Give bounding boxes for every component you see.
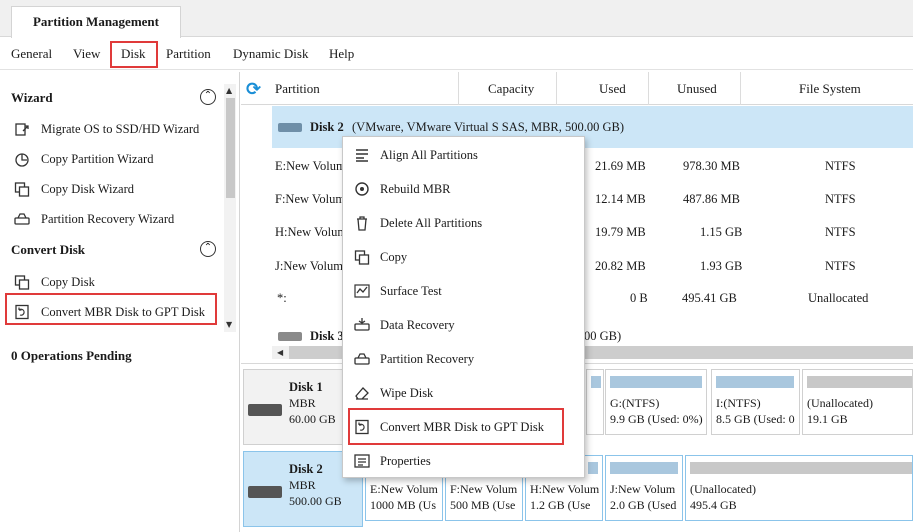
disk3-description: 00 GB) xyxy=(584,329,622,343)
ctx-data-recovery[interactable]: Data Recovery xyxy=(344,308,584,342)
partition-block[interactable]: G:(NTFS) 9.9 GB (Used: 0%) xyxy=(605,369,707,435)
ctx-partition-recovery[interactable]: Partition Recovery xyxy=(344,342,584,376)
ctx-copy[interactable]: Copy xyxy=(344,240,584,274)
disk3-label: Disk 3 xyxy=(310,329,344,343)
partition-block[interactable]: (Unallocated) 19.1 GB xyxy=(802,369,913,435)
scroll-down-icon[interactable]: ▼ xyxy=(226,320,232,329)
hard-disk-icon xyxy=(248,404,282,416)
partition-block[interactable] xyxy=(586,369,604,435)
wizard-partition-recovery[interactable]: Partition Recovery Wizard xyxy=(12,208,174,230)
copy-disk-icon xyxy=(12,180,32,198)
convert-action-highlight xyxy=(5,293,217,325)
wizard-copy-partition[interactable]: Copy Partition Wizard xyxy=(12,148,153,170)
surface-test-icon xyxy=(353,282,371,300)
eraser-icon xyxy=(353,384,371,402)
hard-disk-icon xyxy=(278,123,302,132)
partition-block[interactable]: (Unallocated) 495.4 GB xyxy=(685,455,913,521)
menu-view[interactable]: View xyxy=(73,46,100,62)
col-partition[interactable]: Partition xyxy=(275,81,320,97)
partition-block[interactable]: I:(NTFS) 8.5 GB (Used: 0 xyxy=(711,369,800,435)
trash-icon xyxy=(353,214,371,232)
partition-recovery-icon xyxy=(353,350,371,368)
disk2-description: (VMware, VMware Virtual S SAS, MBR, 500.… xyxy=(352,120,625,134)
scroll-up-icon[interactable]: ▲ xyxy=(226,86,232,95)
ctx-align-all-partitions[interactable]: Align All Partitions xyxy=(344,138,584,172)
collapse-convert-icon[interactable]: ⌃ xyxy=(200,241,216,257)
menu-help[interactable]: Help xyxy=(329,46,354,62)
col-file-system[interactable]: File System xyxy=(799,81,861,97)
partition-recovery-icon xyxy=(12,210,32,228)
rebuild-icon xyxy=(353,180,371,198)
wizard-section-title: Wizard xyxy=(11,90,53,105)
col-used[interactable]: Used xyxy=(599,81,626,97)
menu-partition[interactable]: Partition xyxy=(166,46,211,62)
menu-general[interactable]: General xyxy=(11,46,52,62)
properties-icon xyxy=(353,452,371,470)
ctx-wipe-disk[interactable]: Wipe Disk xyxy=(344,376,584,410)
operations-pending: 0 Operations Pending xyxy=(11,348,132,363)
hard-disk-icon xyxy=(248,486,282,498)
wizard-migrate-os[interactable]: Migrate OS to SSD/HD Wizard xyxy=(12,118,199,140)
menu-disk-highlight xyxy=(110,41,158,68)
ctx-surface-test[interactable]: Surface Test xyxy=(344,274,584,308)
hard-disk-icon xyxy=(278,332,302,341)
migrate-os-icon xyxy=(12,120,32,138)
collapse-wizard-icon[interactable]: ⌃ xyxy=(200,89,216,105)
ctx-delete-all-partitions[interactable]: Delete All Partitions xyxy=(344,206,584,240)
scroll-left-icon[interactable]: ◀ xyxy=(277,348,283,357)
partition-table-header: Partition Capacity Used Unused File Syst… xyxy=(241,72,913,105)
menu-dynamic-disk[interactable]: Dynamic Disk xyxy=(233,46,308,62)
convert-disk-section-title: Convert Disk xyxy=(11,242,86,257)
action-copy-disk[interactable]: Copy Disk xyxy=(12,271,95,293)
copy-disk-icon xyxy=(12,273,32,291)
ctx-properties[interactable]: Properties xyxy=(344,444,584,478)
copy-icon xyxy=(353,248,371,266)
disk2-label: Disk 2 xyxy=(310,120,344,134)
ctx-convert-highlight xyxy=(348,408,564,445)
left-panel-scroll-thumb[interactable] xyxy=(226,98,235,198)
data-recovery-icon xyxy=(353,316,371,334)
col-capacity[interactable]: Capacity xyxy=(488,81,534,97)
wizard-copy-disk[interactable]: Copy Disk Wizard xyxy=(12,178,134,200)
copy-partition-icon xyxy=(12,150,32,168)
ctx-rebuild-mbr[interactable]: Rebuild MBR xyxy=(344,172,584,206)
partition-block[interactable]: J:New Volum 2.0 GB (Used xyxy=(605,455,683,521)
refresh-icon[interactable]: ⟳ xyxy=(246,79,261,100)
col-unused[interactable]: Unused xyxy=(677,81,717,97)
tab-partition-management[interactable]: Partition Management xyxy=(11,6,181,38)
align-icon xyxy=(353,146,371,164)
